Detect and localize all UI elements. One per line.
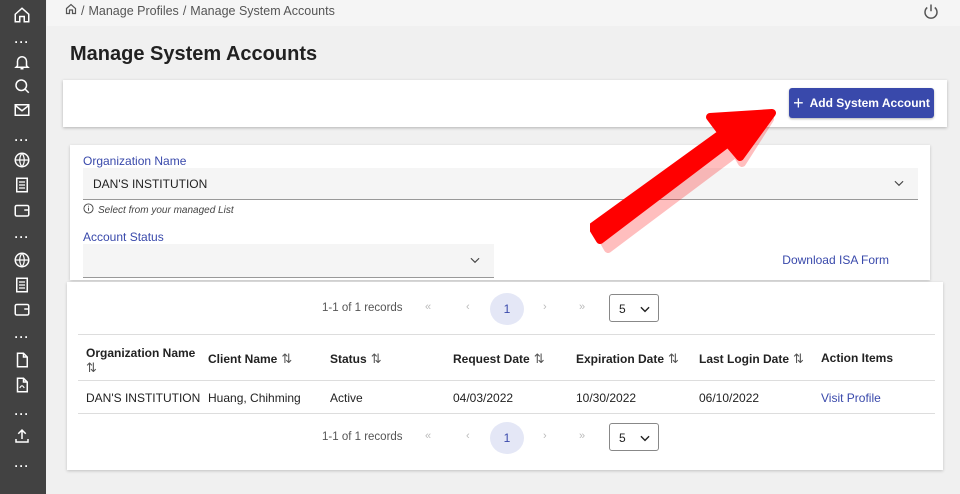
plus-icon: + [793, 93, 804, 113]
wallet-icon[interactable] [11, 299, 33, 319]
organization-name-label: Organization Name [83, 154, 187, 168]
file-icon[interactable] [11, 350, 33, 370]
page-title: Manage System Accounts [70, 43, 318, 65]
cell-client-name: Huang, Chihming [208, 391, 301, 405]
search-chat-icon[interactable] [11, 76, 33, 96]
document-list-icon[interactable] [11, 275, 33, 295]
globe-icon[interactable] [11, 250, 33, 270]
sort-icon[interactable]: ⇅ [534, 351, 545, 366]
mail-icon[interactable] [11, 100, 33, 120]
column-header-status[interactable]: Status ⇅ [330, 351, 382, 367]
cell-expiration-date: 10/30/2022 [576, 391, 637, 405]
records-count: 1-1 of 1 records [322, 302, 403, 314]
menu-dots-icon[interactable]: ··· [10, 408, 34, 420]
cell-request-date: 04/03/2022 [453, 391, 514, 405]
organization-hint: Select from your managed List [83, 203, 234, 217]
table-header: Organization Name ⇅ Client Name ⇅ Status ⇅… [78, 334, 935, 381]
pdf-file-icon[interactable] [11, 375, 33, 395]
page-size-select[interactable]: 5 [609, 294, 659, 322]
sort-icon[interactable]: ⇅ [371, 351, 382, 366]
add-system-account-label: Add System Account [809, 96, 930, 110]
document-list-icon[interactable] [11, 175, 33, 195]
column-header-organization-name[interactable]: Organization Name ⇅ [86, 346, 196, 376]
next-page-icon[interactable]: › [543, 430, 547, 442]
page-size-select[interactable]: 5 [609, 423, 659, 451]
info-icon [83, 203, 94, 217]
column-label: Expiration Date [576, 352, 665, 366]
sort-icon[interactable]: ⇅ [86, 360, 97, 375]
upload-icon[interactable] [11, 426, 33, 446]
wallet-icon[interactable] [11, 200, 33, 220]
add-system-account-button[interactable]: + Add System Account [789, 88, 934, 118]
table-row: DAN'S INSTITUTION Huang, Chihming Active… [78, 381, 935, 414]
column-label: Last Login Date [699, 352, 790, 366]
menu-dots-icon[interactable]: ··· [10, 460, 34, 472]
breadcrumb-item-current: Manage System Accounts [190, 3, 335, 18]
bell-icon[interactable] [11, 52, 33, 72]
records-count: 1-1 of 1 records [322, 431, 403, 443]
breadcrumb-separator: / [81, 3, 85, 18]
breadcrumb-separator: / [182, 3, 187, 18]
cell-organization-name: DAN'S INSTITUTION [86, 391, 201, 405]
visit-profile-link[interactable]: Visit Profile [821, 391, 881, 405]
menu-dots-icon[interactable]: ··· [10, 331, 34, 343]
column-label: Client Name [208, 352, 278, 366]
previous-page-icon[interactable]: ‹ [466, 301, 470, 313]
page-number-current[interactable]: 1 [490, 422, 524, 454]
breadcrumb-item-manage-profiles[interactable]: Manage Profiles [88, 4, 178, 18]
globe-icon[interactable] [11, 150, 33, 170]
column-header-client-name[interactable]: Client Name ⇅ [208, 351, 292, 367]
column-header-request-date[interactable]: Request Date ⇅ [453, 351, 545, 367]
home-icon[interactable] [11, 5, 33, 25]
account-status-select[interactable] [83, 244, 494, 278]
page-size-value: 5 [619, 302, 626, 316]
account-status-label: Account Status [83, 230, 164, 244]
chevron-down-icon [468, 253, 482, 272]
organization-hint-text: Select from your managed List [98, 204, 234, 216]
first-page-icon[interactable]: « [425, 430, 431, 442]
chevron-down-icon [638, 302, 652, 321]
column-header-expiration-date[interactable]: Expiration Date ⇅ [576, 351, 679, 367]
last-page-icon[interactable]: » [579, 430, 585, 442]
chevron-down-icon [638, 431, 652, 450]
home-icon[interactable] [65, 3, 77, 18]
accounts-table-card: 1-1 of 1 records « ‹ 1 › » 5 Organizatio… [67, 282, 943, 470]
previous-page-icon[interactable]: ‹ [466, 430, 470, 442]
column-header-last-login-date[interactable]: Last Login Date ⇅ [699, 351, 804, 367]
cell-last-login-date: 06/10/2022 [699, 391, 760, 405]
cell-status: Active [330, 391, 363, 405]
column-label: Organization Name [86, 346, 196, 360]
top-bar: / Manage Profiles / Manage System Accoun… [47, 0, 960, 26]
menu-dots-icon[interactable]: ··· [10, 231, 34, 243]
next-page-icon[interactable]: › [543, 301, 547, 313]
power-icon[interactable] [922, 3, 940, 26]
menu-dots-icon[interactable]: ··· [10, 134, 34, 146]
chevron-down-icon [892, 176, 906, 195]
sidebar: ··· ··· ··· ··· ··· ··· [0, 0, 46, 494]
filter-panel: Organization Name DAN'S INSTITUTION Sele… [70, 145, 930, 280]
organization-name-value: DAN'S INSTITUTION [93, 177, 208, 191]
pagination-top: 1-1 of 1 records « ‹ 1 › » 5 [67, 293, 943, 325]
menu-dots-icon[interactable]: ··· [10, 36, 34, 48]
column-label: Status [330, 352, 367, 366]
page-number-current[interactable]: 1 [490, 293, 524, 325]
sort-icon[interactable]: ⇅ [281, 351, 292, 366]
download-isa-form-link[interactable]: Download ISA Form [782, 253, 889, 267]
page-size-value: 5 [619, 431, 626, 445]
column-header-action-items: Action Items [821, 351, 894, 365]
first-page-icon[interactable]: « [425, 301, 431, 313]
pagination-bottom: 1-1 of 1 records « ‹ 1 › » 5 [67, 422, 943, 454]
breadcrumb: / Manage Profiles / Manage System Accoun… [65, 3, 335, 18]
action-bar: + Add System Account [63, 80, 947, 127]
last-page-icon[interactable]: » [579, 301, 585, 313]
sort-icon[interactable]: ⇅ [668, 351, 679, 366]
organization-name-select[interactable]: DAN'S INSTITUTION [83, 168, 918, 200]
column-label: Request Date [453, 352, 530, 366]
sort-icon[interactable]: ⇅ [793, 351, 804, 366]
